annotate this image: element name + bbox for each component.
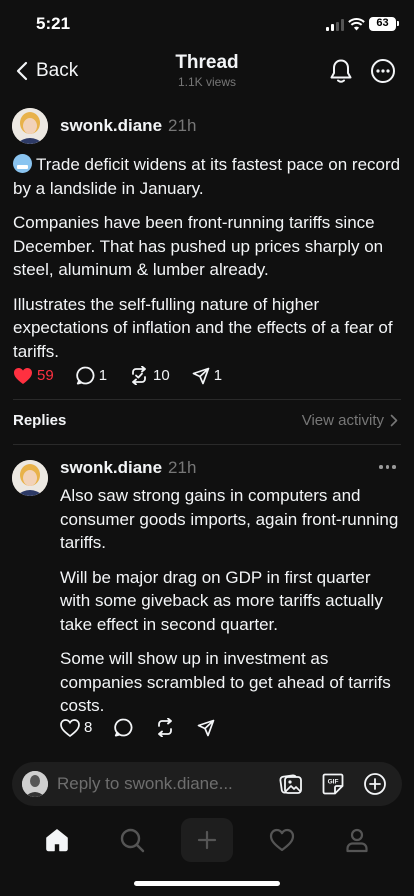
- comment-button[interactable]: [114, 718, 133, 737]
- author-name[interactable]: swonk.diane: [60, 116, 162, 135]
- gif-label: GIF: [328, 779, 339, 786]
- avatar-image: [12, 460, 48, 496]
- share-button[interactable]: [197, 719, 215, 737]
- cold-face-emoji-icon: [13, 154, 32, 173]
- reply-timestamp: 21h: [168, 458, 197, 477]
- dot-icon: [392, 465, 396, 469]
- view-activity-label: View activity: [301, 412, 384, 429]
- tab-bar: [0, 812, 414, 868]
- status-time: 5:21: [36, 14, 71, 33]
- reply-composer: GIF: [12, 762, 402, 806]
- avatar[interactable]: [12, 460, 48, 496]
- back-button[interactable]: Back: [16, 56, 78, 86]
- replies-title: Replies: [13, 412, 67, 429]
- tab-new-post[interactable]: [181, 818, 233, 862]
- status-bar: 5:21 63: [0, 0, 414, 50]
- repost-button[interactable]: [155, 718, 175, 737]
- more-circle-icon: [371, 59, 395, 83]
- reply-more-button[interactable]: [379, 462, 397, 472]
- tab-profile[interactable]: [331, 818, 383, 862]
- replies-bar: Replies View activity: [0, 408, 414, 436]
- tab-search[interactable]: [106, 818, 158, 862]
- share-button[interactable]: 1: [192, 367, 222, 385]
- plus-icon: [197, 830, 217, 850]
- battery-icon: 63: [369, 17, 399, 31]
- post-paragraph: Companies have been front-running tariff…: [13, 213, 384, 279]
- home-icon: [46, 829, 68, 852]
- post-paragraph: Trade deficit widens at its fastest pace…: [13, 154, 401, 198]
- post-actions: 59 1 10 1: [13, 366, 222, 385]
- heart-outline-icon: [60, 718, 80, 737]
- comment-icon: [114, 718, 133, 737]
- chevron-right-icon: [390, 414, 398, 427]
- thread-header: Back Thread 1.1K views: [0, 50, 414, 94]
- post-paragraph: Illustrates the self-fulling nature of h…: [13, 294, 393, 361]
- gif-button[interactable]: GIF: [320, 771, 346, 797]
- post-author-row: swonk.diane 21h: [60, 116, 196, 136]
- avatar[interactable]: [12, 108, 48, 144]
- comment-button[interactable]: 1: [75, 366, 108, 385]
- tab-home[interactable]: [31, 818, 83, 862]
- home-indicator[interactable]: [134, 881, 280, 886]
- profile-icon: [346, 828, 368, 853]
- send-icon: [192, 367, 210, 384]
- reply-body: Also saw strong gains in computers and c…: [60, 484, 400, 729]
- repost-count: 10: [153, 367, 170, 384]
- author-name[interactable]: swonk.diane: [60, 458, 162, 477]
- bell-icon: [330, 59, 352, 83]
- heart-icon: [269, 828, 295, 852]
- comment-icon: [75, 366, 95, 385]
- search-icon: [120, 828, 145, 853]
- cellular-signal-icon: [326, 19, 344, 31]
- tab-activity[interactable]: [256, 818, 308, 862]
- dot-icon: [379, 465, 383, 469]
- plus-circle-icon: [364, 773, 386, 795]
- like-button[interactable]: 59: [13, 367, 54, 385]
- post-timestamp: 21h: [168, 116, 197, 135]
- like-count: 59: [37, 367, 54, 384]
- divider: [13, 444, 401, 445]
- reply-paragraph: Also saw strong gains in computers and c…: [60, 486, 399, 552]
- repost-icon: [158, 718, 173, 737]
- comment-count: 1: [98, 367, 108, 384]
- attach-image-button[interactable]: [278, 771, 304, 797]
- avatar-image: [12, 108, 48, 144]
- send-icon: [197, 719, 215, 736]
- post-body: Trade deficit widens at its fastest pace…: [13, 153, 405, 374]
- like-button[interactable]: 8: [60, 718, 93, 737]
- share-count: 1: [213, 367, 223, 384]
- reply-paragraph: Will be major drag on GDP in first quart…: [60, 567, 383, 634]
- divider: [13, 399, 401, 400]
- heart-filled-icon: [14, 367, 32, 384]
- image-gallery-icon: [279, 774, 302, 794]
- user-avatar-icon: [22, 771, 48, 797]
- composer-avatar: [22, 771, 48, 797]
- repost-check-icon: [132, 366, 146, 385]
- wifi-icon: [348, 18, 365, 31]
- repost-button[interactable]: 10: [129, 366, 170, 385]
- more-options-button[interactable]: [370, 58, 396, 84]
- chevron-left-icon: [16, 61, 28, 81]
- like-count: 8: [84, 719, 93, 736]
- add-button[interactable]: [362, 771, 388, 797]
- dot-icon: [385, 465, 389, 469]
- notifications-button[interactable]: [328, 58, 354, 84]
- reply-actions: 8: [60, 718, 215, 737]
- view-activity-link[interactable]: View activity: [302, 412, 398, 429]
- reply-author-row: swonk.diane 21h: [60, 458, 196, 478]
- gif-icon: GIF: [322, 773, 344, 795]
- reply-input[interactable]: [57, 762, 277, 806]
- back-label: Back: [36, 60, 79, 81]
- reply-paragraph: Some will show up in investment as compa…: [60, 649, 391, 715]
